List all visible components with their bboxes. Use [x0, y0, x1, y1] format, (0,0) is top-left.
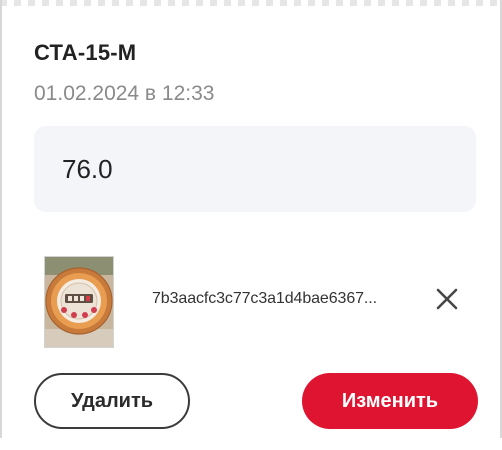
water-meter-photo-thumbnail[interactable]: [44, 256, 114, 348]
bottom-clipped-area: [0, 438, 502, 450]
reading-date: 01.02.2024 в 12:33: [34, 82, 215, 105]
water-meter-photo-icon: [45, 257, 113, 347]
reading-value: 76.0: [62, 154, 113, 184]
edit-button[interactable]: Изменить: [302, 373, 478, 429]
delete-button[interactable]: Удалить: [34, 373, 190, 429]
reading-card: СТА-15-М 01.02.2024 в 12:33 76.0 7b3aacf…: [0, 0, 502, 450]
reading-value-field[interactable]: 76.0: [34, 126, 476, 212]
attachment-row: 7b3aacfc3c77c3a1d4bae6367...: [44, 256, 474, 348]
remove-attachment-button[interactable]: [432, 284, 462, 314]
close-icon: [436, 288, 458, 310]
device-name: СТА-15-М: [34, 40, 137, 65]
attachment-file-name: 7b3aacfc3c77c3a1d4bae6367...: [152, 290, 377, 307]
